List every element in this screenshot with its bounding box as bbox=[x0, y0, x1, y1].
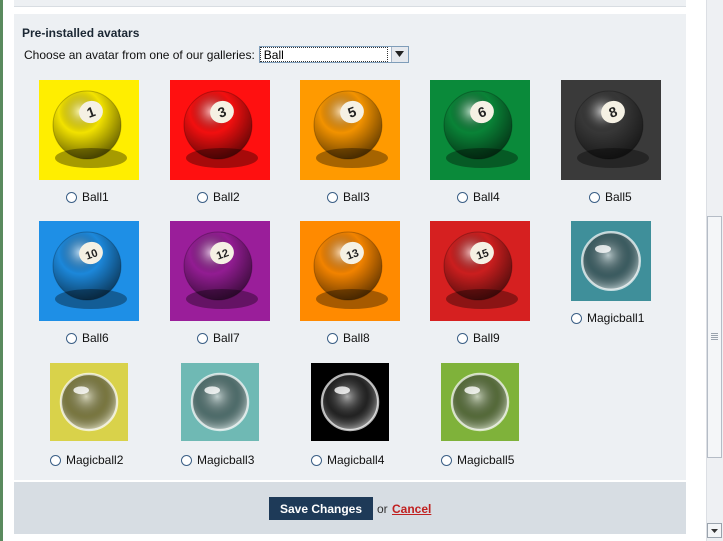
avatar-radio-row[interactable]: Ball8 bbox=[327, 331, 370, 345]
avatar-label: Magicball3 bbox=[197, 453, 255, 467]
avatar-radio-button[interactable] bbox=[327, 191, 338, 203]
avatar-radio-button[interactable] bbox=[311, 454, 322, 466]
avatar-radio-button[interactable] bbox=[441, 454, 452, 466]
avatar-label: Ball2 bbox=[213, 190, 240, 204]
avatar-label: Ball8 bbox=[343, 331, 370, 345]
chevron-down-icon bbox=[711, 529, 718, 533]
avatar-radio-row[interactable]: Ball1 bbox=[66, 190, 109, 204]
gallery-select[interactable]: Ball bbox=[258, 46, 409, 63]
avatar-radio-button[interactable] bbox=[197, 191, 208, 203]
avatar-radio-row[interactable]: Ball5 bbox=[589, 190, 632, 204]
scroll-down-button[interactable] bbox=[707, 523, 722, 538]
avatar-image[interactable]: 3 bbox=[170, 80, 270, 180]
left-border bbox=[0, 0, 3, 541]
avatar-radio-button[interactable] bbox=[571, 312, 582, 324]
avatar-radio-button[interactable] bbox=[66, 332, 77, 344]
avatar-radio-row[interactable]: Magicball1 bbox=[571, 311, 644, 325]
avatar-image[interactable] bbox=[181, 363, 259, 441]
avatar-image[interactable] bbox=[571, 221, 651, 301]
avatar-radio-button[interactable] bbox=[50, 454, 61, 466]
avatar-image[interactable]: 15 bbox=[430, 221, 530, 321]
avatar-radio-row[interactable]: Ball7 bbox=[197, 331, 240, 345]
avatar-image[interactable]: 12 bbox=[170, 221, 270, 321]
avatar-image[interactable] bbox=[441, 363, 519, 441]
avatar-radio-row[interactable]: Ball3 bbox=[327, 190, 370, 204]
avatar-radio-row[interactable]: Ball6 bbox=[66, 331, 109, 345]
avatar-image[interactable]: 8 bbox=[561, 80, 661, 180]
avatar-image[interactable]: 6 bbox=[430, 80, 530, 180]
avatar-label: Ball3 bbox=[343, 190, 370, 204]
save-button[interactable]: Save Changes bbox=[269, 497, 373, 520]
avatar-image[interactable] bbox=[311, 363, 389, 441]
avatar-radio-button[interactable] bbox=[589, 191, 600, 203]
avatar-label: Ball7 bbox=[213, 331, 240, 345]
top-strip bbox=[14, 0, 686, 7]
scrollbar-grip-icon bbox=[711, 333, 718, 341]
avatar-image[interactable] bbox=[50, 363, 128, 441]
avatar-radio-row[interactable]: Magicball5 bbox=[441, 453, 514, 467]
avatar-radio-button[interactable] bbox=[457, 332, 468, 344]
gallery-row: Choose an avatar from one of our galleri… bbox=[24, 46, 409, 63]
avatar-radio-row[interactable]: Ball2 bbox=[197, 190, 240, 204]
avatar-radio-button[interactable] bbox=[327, 332, 338, 344]
avatar-radio-row[interactable]: Magicball3 bbox=[181, 453, 254, 467]
gallery-selected-value: Ball bbox=[259, 47, 388, 62]
avatar-image[interactable]: 10 bbox=[39, 221, 139, 321]
cancel-link[interactable]: Cancel bbox=[392, 502, 431, 516]
avatar-label: Magicball4 bbox=[327, 453, 385, 467]
avatar-radio-row[interactable]: Magicball2 bbox=[50, 453, 123, 467]
avatar-image[interactable]: 5 bbox=[300, 80, 400, 180]
avatar-image[interactable]: 13 bbox=[300, 221, 400, 321]
avatar-label: Ball6 bbox=[82, 331, 109, 345]
avatar-label: Magicball5 bbox=[457, 453, 515, 467]
avatar-label: Ball5 bbox=[605, 190, 632, 204]
section-title: Pre-installed avatars bbox=[22, 26, 140, 40]
avatar-radio-button[interactable] bbox=[457, 191, 468, 203]
or-text: or bbox=[377, 502, 388, 516]
avatar-radio-row[interactable]: Ball9 bbox=[457, 331, 500, 345]
avatar-label: Ball1 bbox=[82, 190, 109, 204]
avatar-label: Magicball2 bbox=[66, 453, 124, 467]
avatar-radio-button[interactable] bbox=[66, 191, 77, 203]
avatar-radio-button[interactable] bbox=[181, 454, 192, 466]
avatar-label: Ball4 bbox=[473, 190, 500, 204]
avatar-label: Ball9 bbox=[473, 331, 500, 345]
avatar-radio-row[interactable]: Ball4 bbox=[457, 190, 500, 204]
avatar-radio-row[interactable]: Magicball4 bbox=[311, 453, 384, 467]
gallery-label: Choose an avatar from one of our galleri… bbox=[24, 47, 255, 62]
avatar-image[interactable]: 1 bbox=[39, 80, 139, 180]
avatar-radio-button[interactable] bbox=[197, 332, 208, 344]
chevron-down-icon[interactable] bbox=[390, 47, 408, 62]
avatar-label: Magicball1 bbox=[587, 311, 645, 325]
